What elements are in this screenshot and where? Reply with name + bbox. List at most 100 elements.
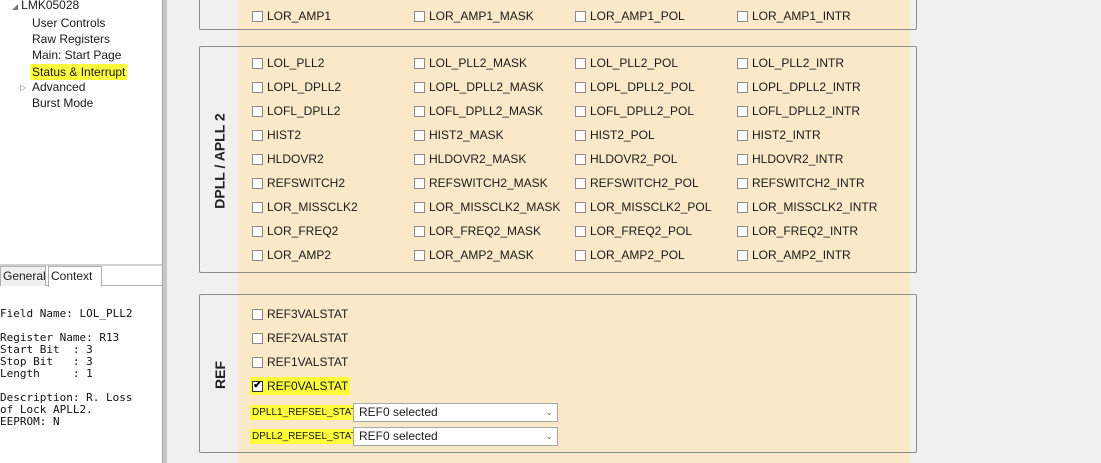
checkbox-icon bbox=[737, 249, 748, 261]
checkbox-refswitch2-intr[interactable]: REFSWITCH2_INTR bbox=[737, 176, 865, 190]
context-info: Field Name: LOL_PLL2 Register Name: R13 S… bbox=[0, 308, 132, 428]
checkbox-icon bbox=[737, 225, 748, 237]
checkbox-ref3valstat[interactable]: REF3VALSTAT bbox=[252, 307, 348, 321]
dpll2-refsel-stat-select[interactable]: REF0 selected ⌄ bbox=[353, 427, 558, 446]
checkbox-lor-amp2-pol[interactable]: LOR_AMP2_POL bbox=[575, 248, 685, 262]
dpll1-refsel-stat-select[interactable]: REF0 selected ⌄ bbox=[353, 403, 558, 422]
checkbox-lor-amp1-pol[interactable]: LOR_AMP1_POL bbox=[575, 9, 685, 23]
checkbox-icon bbox=[414, 249, 425, 261]
tree-collapse-icon[interactable]: ◢ bbox=[12, 2, 18, 11]
checkbox-lor-missclk2-intr[interactable]: LOR_MISSCLK2_INTR bbox=[737, 200, 877, 214]
tree-item-status-interrupt[interactable]: Status & Interrupt bbox=[30, 64, 128, 80]
checkbox-icon bbox=[737, 57, 748, 69]
tree-item-main-start-page[interactable]: Main: Start Page bbox=[32, 48, 121, 62]
checkbox-icon bbox=[414, 81, 425, 93]
checkbox-ref0valstat[interactable]: ✔ REF0VALSTAT bbox=[250, 377, 351, 395]
checkbox-lor-amp1[interactable]: LOR_AMP1 bbox=[252, 9, 331, 23]
checkbox-icon bbox=[414, 10, 425, 22]
checkbox-lor-amp2-intr[interactable]: LOR_AMP2_INTR bbox=[737, 248, 851, 262]
tree-item-user-controls[interactable]: User Controls bbox=[32, 16, 105, 30]
checkbox-lofl-dpll2-mask[interactable]: LOFL_DPLL2_MASK bbox=[414, 104, 543, 118]
group-ref: REF REF3VALSTAT REF2VALSTAT REF1VALSTAT … bbox=[199, 294, 917, 453]
checkbox-lor-freq2-mask[interactable]: LOR_FREQ2_MASK bbox=[414, 224, 541, 238]
main-content: LOR_AMP1 LOR_AMP1_MASK LOR_AMP1_POL LOR_… bbox=[167, 0, 1101, 463]
checkbox-lol-pll2-intr[interactable]: LOL_PLL2_INTR bbox=[737, 56, 844, 70]
checkbox-icon bbox=[575, 249, 586, 261]
checkbox-refswitch2-pol[interactable]: REFSWITCH2_POL bbox=[575, 176, 699, 190]
checkbox-refswitch2-mask[interactable]: REFSWITCH2_MASK bbox=[414, 176, 548, 190]
checkbox-icon bbox=[737, 201, 748, 213]
checkbox-lopl-dpll2[interactable]: LOPL_DPLL2 bbox=[252, 80, 341, 94]
tree-item-raw-registers[interactable]: Raw Registers bbox=[32, 32, 110, 46]
checkbox-lofl-dpll2-intr[interactable]: LOFL_DPLL2_INTR bbox=[737, 104, 860, 118]
checkbox-lopl-dpll2-pol[interactable]: LOPL_DPLL2_POL bbox=[575, 80, 695, 94]
checkbox-lol-pll2[interactable]: LOL_PLL2 bbox=[252, 56, 324, 70]
tab-general[interactable]: General bbox=[0, 266, 46, 286]
checkbox-icon bbox=[252, 201, 263, 213]
chevron-down-icon: ⌄ bbox=[545, 431, 553, 441]
checkbox-hist2-intr[interactable]: HIST2_INTR bbox=[737, 128, 821, 142]
context-line: Length : 1 bbox=[0, 367, 93, 380]
checkbox-lor-missclk2-pol[interactable]: LOR_MISSCLK2_POL bbox=[575, 200, 711, 214]
checkbox-icon bbox=[414, 57, 425, 69]
checkbox-lor-freq2-pol[interactable]: LOR_FREQ2_POL bbox=[575, 224, 692, 238]
context-line: EEPROM: N bbox=[0, 415, 60, 428]
checkbox-icon bbox=[575, 201, 586, 213]
checkbox-icon bbox=[252, 105, 263, 117]
checkbox-icon bbox=[414, 177, 425, 189]
checkbox-icon bbox=[575, 81, 586, 93]
checkbox-lor-amp2[interactable]: LOR_AMP2 bbox=[252, 248, 331, 262]
checkbox-icon bbox=[252, 129, 263, 141]
checkbox-lor-amp1-intr[interactable]: LOR_AMP1_INTR bbox=[737, 9, 851, 23]
tree-root-lmk05028[interactable]: ◢ LMK05028 bbox=[12, 0, 79, 12]
checkbox-hldovr2-intr[interactable]: HLDOVR2_INTR bbox=[737, 152, 843, 166]
tree-item-advanced[interactable]: Advanced bbox=[32, 80, 85, 94]
checkbox-icon bbox=[737, 153, 748, 165]
checkbox-lor-amp1-mask[interactable]: LOR_AMP1_MASK bbox=[414, 9, 534, 23]
checkbox-icon bbox=[252, 356, 263, 368]
checkbox-lopl-dpll2-intr[interactable]: LOPL_DPLL2_INTR bbox=[737, 80, 861, 94]
group-dpll-apll-1: LOR_AMP1 LOR_AMP1_MASK LOR_AMP1_POL LOR_… bbox=[199, 0, 917, 30]
checkbox-hist2-pol[interactable]: HIST2_POL bbox=[575, 128, 655, 142]
checkbox-lol-pll2-mask[interactable]: LOL_PLL2_MASK bbox=[414, 56, 527, 70]
dpll1-refsel-stat-label: DPLL1_REFSEL_STAT bbox=[250, 405, 359, 420]
checkbox-hist2[interactable]: HIST2 bbox=[252, 128, 301, 142]
checkbox-refswitch2[interactable]: REFSWITCH2 bbox=[252, 176, 345, 190]
checkbox-ref2valstat[interactable]: REF2VALSTAT bbox=[252, 331, 348, 345]
checkbox-icon bbox=[252, 153, 263, 165]
checkbox-lopl-dpll2-mask[interactable]: LOPL_DPLL2_MASK bbox=[414, 80, 544, 94]
checkbox-icon bbox=[575, 57, 586, 69]
checkmark-icon: ✔ bbox=[253, 380, 262, 391]
checkbox-hldovr2[interactable]: HLDOVR2 bbox=[252, 152, 324, 166]
group-label-dpll-apll-2: DPLL / APLL 2 bbox=[212, 112, 228, 209]
checkbox-icon bbox=[414, 129, 425, 141]
tree-item-burst-mode[interactable]: Burst Mode bbox=[32, 96, 93, 110]
checkbox-icon: ✔ bbox=[252, 380, 263, 392]
checkbox-lofl-dpll2-pol[interactable]: LOFL_DPLL2_POL bbox=[575, 104, 694, 118]
checkbox-icon bbox=[252, 177, 263, 189]
tab-context[interactable]: Context bbox=[48, 266, 102, 287]
checkbox-icon bbox=[252, 249, 263, 261]
info-tabs: General Context bbox=[0, 266, 163, 287]
checkbox-icon bbox=[414, 201, 425, 213]
checkbox-lor-amp2-mask[interactable]: LOR_AMP2_MASK bbox=[414, 248, 534, 262]
checkbox-lol-pll2-pol[interactable]: LOL_PLL2_POL bbox=[575, 56, 678, 70]
expand-arrow-icon[interactable]: ▷ bbox=[20, 83, 26, 92]
checkbox-ref1valstat[interactable]: REF1VALSTAT bbox=[252, 355, 348, 369]
checkbox-icon bbox=[252, 10, 263, 22]
checkbox-lor-freq2-intr[interactable]: LOR_FREQ2_INTR bbox=[737, 224, 858, 238]
dpll2-refsel-stat-label: DPLL2_REFSEL_STAT bbox=[250, 429, 359, 444]
checkbox-hldovr2-pol[interactable]: HLDOVR2_POL bbox=[575, 152, 677, 166]
checkbox-hldovr2-mask[interactable]: HLDOVR2_MASK bbox=[414, 152, 526, 166]
checkbox-icon bbox=[414, 225, 425, 237]
checkbox-icon bbox=[737, 81, 748, 93]
checkbox-lor-missclk2-mask[interactable]: LOR_MISSCLK2_MASK bbox=[414, 200, 560, 214]
navigation-panel: ◢ LMK05028 User Controls Raw Registers Ma… bbox=[0, 0, 163, 463]
checkbox-icon bbox=[252, 308, 263, 320]
checkbox-hist2-mask[interactable]: HIST2_MASK bbox=[414, 128, 504, 142]
checkbox-lor-freq2[interactable]: LOR_FREQ2 bbox=[252, 224, 338, 238]
checkbox-icon bbox=[414, 153, 425, 165]
checkbox-lofl-dpll2[interactable]: LOFL_DPLL2 bbox=[252, 104, 340, 118]
checkbox-lor-missclk2[interactable]: LOR_MISSCLK2 bbox=[252, 200, 358, 214]
checkbox-icon bbox=[575, 10, 586, 22]
